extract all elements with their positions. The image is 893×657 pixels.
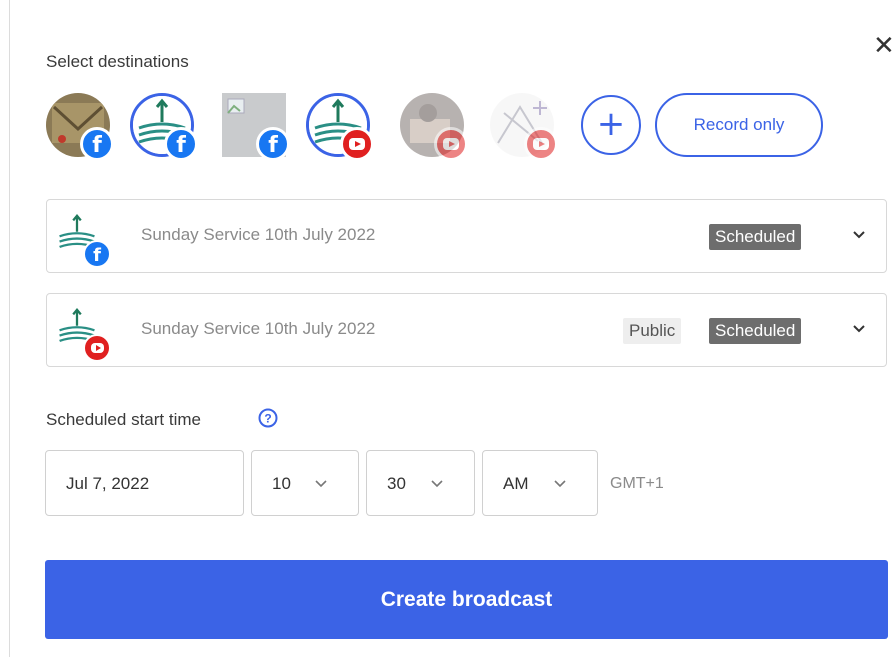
chevron-down-icon[interactable] bbox=[852, 322, 866, 336]
broadcast-row-youtube[interactable]: Sunday Service 10th July 2022 Public Sch… bbox=[46, 293, 887, 367]
date-input[interactable]: Jul 7, 2022 bbox=[45, 450, 244, 516]
youtube-icon bbox=[83, 334, 111, 362]
facebook-icon: f bbox=[83, 240, 111, 268]
schedule-label: Scheduled start time bbox=[46, 410, 201, 429]
chevron-down-icon bbox=[431, 480, 443, 488]
chevron-down-icon bbox=[554, 480, 566, 488]
plus-icon: + bbox=[596, 104, 626, 144]
add-destination-button[interactable]: + bbox=[581, 95, 641, 155]
broadcast-row-facebook[interactable]: f Sunday Service 10th July 2022 Schedule… bbox=[46, 199, 887, 273]
hour-value: 10 bbox=[272, 474, 291, 493]
create-broadcast-button[interactable]: Create broadcast bbox=[45, 560, 888, 639]
destination-2[interactable]: f bbox=[130, 93, 198, 161]
record-only-button[interactable]: Record only bbox=[655, 93, 823, 157]
destination-1[interactable]: f bbox=[46, 93, 114, 161]
destinations-label: Select destinations bbox=[46, 52, 189, 71]
facebook-icon: f bbox=[256, 127, 290, 161]
destination-6[interactable] bbox=[490, 93, 558, 161]
help-icon[interactable]: ? bbox=[258, 408, 278, 428]
ampm-select[interactable]: AM bbox=[482, 450, 598, 516]
hour-select[interactable]: 10 bbox=[251, 450, 359, 516]
panel-divider bbox=[9, 0, 10, 657]
destination-5[interactable] bbox=[400, 93, 468, 161]
status-badge: Scheduled bbox=[709, 224, 802, 250]
minute-value: 30 bbox=[387, 474, 406, 493]
date-value: Jul 7, 2022 bbox=[66, 474, 150, 493]
destination-thumbnail: f bbox=[55, 212, 111, 268]
facebook-icon: f bbox=[164, 127, 198, 161]
privacy-badge: Public bbox=[623, 318, 682, 344]
youtube-icon bbox=[524, 127, 558, 161]
status-badge: Scheduled bbox=[709, 318, 802, 344]
youtube-icon bbox=[434, 127, 468, 161]
svg-text:?: ? bbox=[264, 412, 271, 426]
chevron-down-icon bbox=[315, 480, 327, 488]
ampm-value: AM bbox=[503, 474, 529, 493]
chevron-down-icon[interactable] bbox=[852, 228, 866, 242]
close-icon[interactable]: ✕ bbox=[873, 32, 893, 58]
destination-thumbnail bbox=[55, 306, 111, 362]
destination-4[interactable] bbox=[306, 93, 374, 161]
minute-select[interactable]: 30 bbox=[366, 450, 475, 516]
timezone-label: GMT+1 bbox=[610, 475, 664, 492]
broadcast-title: Sunday Service 10th July 2022 bbox=[141, 319, 376, 338]
destination-3[interactable]: f bbox=[222, 93, 290, 161]
youtube-icon bbox=[340, 127, 374, 161]
facebook-icon: f bbox=[80, 127, 114, 161]
broadcast-title: Sunday Service 10th July 2022 bbox=[141, 225, 376, 244]
